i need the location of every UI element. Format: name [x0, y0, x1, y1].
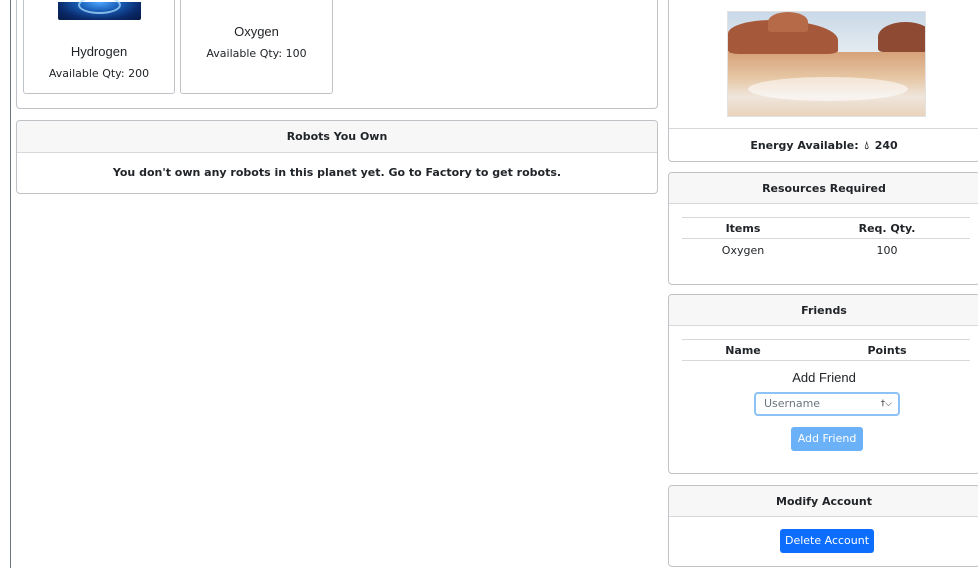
- resource-name: Hydrogen: [70, 44, 128, 59]
- friends-card: Friends Name Points Add Friend Username …: [668, 294, 978, 474]
- username-input[interactable]: Username †⌵: [754, 392, 900, 416]
- modify-account-card: Modify Account Delete Account: [668, 485, 978, 567]
- username-placeholder: Username: [764, 397, 821, 410]
- table-cell: Oxygen: [721, 244, 765, 257]
- robots-empty-message: You don't own any robots in this planet …: [112, 166, 562, 179]
- modify-account-title: Modify Account: [669, 486, 978, 517]
- planet-image: [727, 11, 926, 117]
- table-header-row: Name Points: [682, 339, 970, 361]
- table-row: Oxygen 100: [682, 239, 970, 262]
- table-header-row: Items Req. Qty.: [682, 217, 970, 239]
- resources-required-title: Resources Required: [669, 173, 978, 204]
- table-cell: 100: [876, 244, 898, 257]
- energy-available: Energy Available: 💧︎ 240: [669, 128, 978, 161]
- friends-table: Name Points: [682, 339, 970, 361]
- resource-qty: Available Qty: 100: [206, 47, 307, 60]
- planet-card: Energy Available: 💧︎ 240: [668, 0, 978, 162]
- robots-panel: Robots You Own You don't own any robots …: [16, 120, 658, 194]
- column-header: Items: [725, 221, 761, 235]
- delete-account-button[interactable]: Delete Account: [780, 529, 874, 553]
- energy-label: Energy Available:: [750, 139, 859, 152]
- left-border-line: [10, 0, 11, 568]
- friends-title: Friends: [669, 295, 978, 326]
- energy-value: 240: [874, 139, 898, 152]
- column-header: Req. Qty.: [858, 221, 916, 235]
- resources-required-table: Items Req. Qty. Oxygen 100: [682, 217, 970, 262]
- resource-card-oxygen: Oxygen Available Qty: 100: [180, 0, 333, 94]
- column-header: Points: [867, 343, 907, 357]
- resource-name: Oxygen: [234, 24, 279, 39]
- robots-panel-title: Robots You Own: [17, 121, 657, 153]
- resources-panel: Hydrogen Available Qty: 200 Oxygen Avail…: [16, 0, 658, 109]
- hydrogen-image: [58, 0, 141, 20]
- resource-qty: Available Qty: 200: [48, 67, 150, 80]
- droplet-icon: 💧︎: [864, 139, 869, 152]
- key-icon[interactable]: †⌵: [881, 394, 892, 414]
- resource-card-hydrogen: Hydrogen Available Qty: 200: [23, 0, 175, 94]
- add-friend-button[interactable]: Add Friend: [791, 427, 863, 451]
- resources-required-card: Resources Required Items Req. Qty. Oxyge…: [668, 172, 978, 285]
- add-friend-heading: Add Friend: [792, 370, 856, 385]
- column-header: Name: [725, 343, 761, 357]
